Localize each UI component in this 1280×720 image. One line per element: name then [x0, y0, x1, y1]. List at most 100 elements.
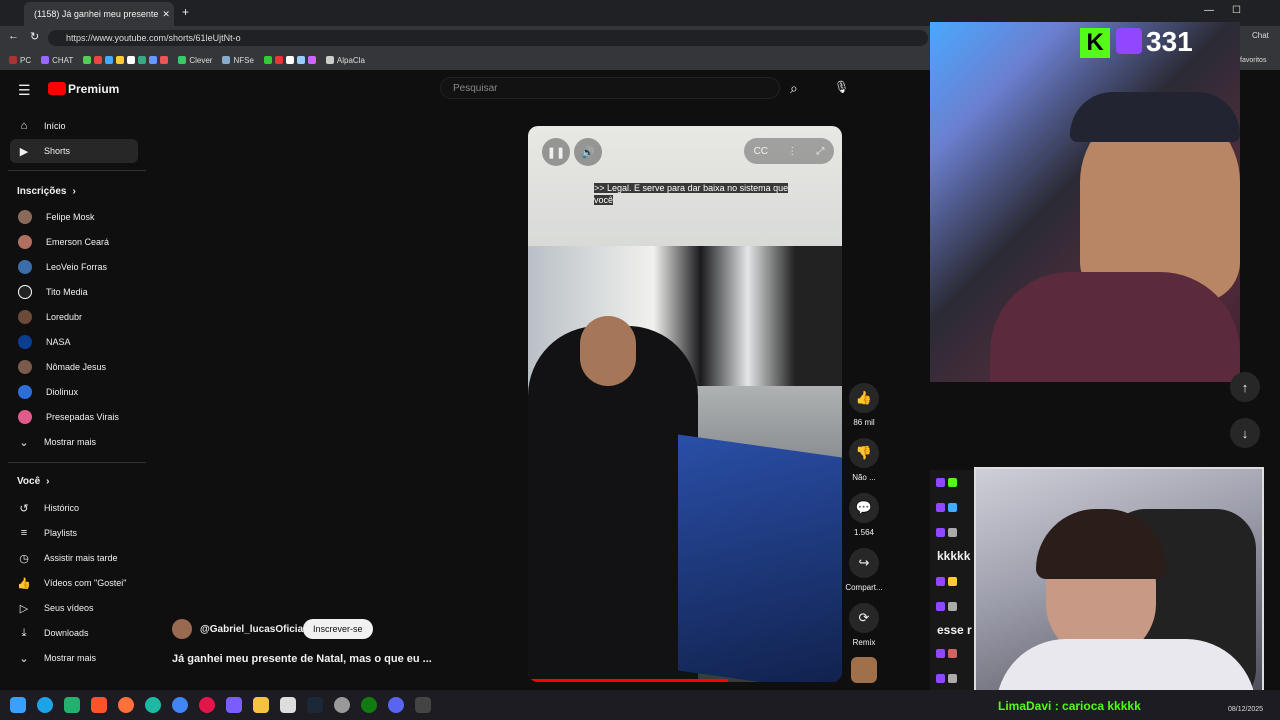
short-title[interactable]: Já ganhei meu presente de Natal, mas o q… — [172, 653, 432, 665]
subscribe-button[interactable]: Inscrever-se — [303, 619, 373, 639]
shorts-icon: ▶ — [19, 145, 29, 158]
playlist-icon: ≡ — [20, 527, 28, 539]
edge-icon[interactable] — [37, 697, 53, 713]
discord-icon[interactable] — [388, 697, 404, 713]
bookmark-misc[interactable] — [80, 56, 171, 64]
divider — [8, 462, 146, 463]
subscription-item[interactable]: LeoVeio Forras — [10, 255, 138, 279]
subscription-item[interactable]: Presepadas Virais — [10, 405, 138, 429]
brave-icon[interactable] — [91, 697, 107, 713]
app-icon[interactable] — [334, 697, 350, 713]
close-tab-icon[interactable]: ✕ — [162, 9, 170, 20]
taskbar: LimaDavi : carioca kkkkk 08/12/2025 — [0, 690, 1280, 720]
subscription-item[interactable]: Felipe Mosk — [10, 205, 138, 229]
subscription-item[interactable]: Loredubr — [10, 305, 138, 329]
subscription-item[interactable]: Nômade Jesus — [10, 355, 138, 379]
menu-icon[interactable]: ☰ — [18, 82, 31, 99]
channel-name[interactable]: @Gabriel_lucasOficial — [200, 624, 306, 635]
app-icon[interactable] — [415, 697, 431, 713]
search-icon[interactable]: ⌕ — [790, 80, 798, 97]
subscription-item[interactable]: Diolinux — [10, 380, 138, 404]
logo-text[interactable]: Premium — [68, 82, 119, 96]
fullscreen-icon[interactable]: ⤢ — [816, 146, 824, 157]
chevron-right-icon: › — [46, 476, 50, 487]
volume-icon[interactable]: 🔊 — [574, 138, 602, 166]
sound-thumbnail[interactable] — [851, 657, 877, 683]
sidebar-item-your-videos[interactable]: ▷ Seus vídeos — [10, 596, 138, 620]
progress-bar[interactable] — [528, 679, 728, 682]
bookmark-misc-2[interactable] — [261, 56, 319, 64]
search-input[interactable]: Pesquisar — [440, 77, 780, 99]
back-icon[interactable]: ← — [8, 30, 19, 42]
comments-button[interactable]: 💬 — [849, 493, 879, 523]
maximize-icon[interactable]: ☐ — [1232, 5, 1241, 16]
url-field[interactable]: https://www.youtube.com/shorts/61leUjtNt… — [48, 30, 928, 46]
bookmark-alpacla[interactable]: AlpaCla — [323, 56, 368, 65]
sidebar-item-liked[interactable]: 👍 Vídeos com "Gostei" — [10, 571, 138, 595]
app-icon[interactable] — [145, 697, 161, 713]
bookmark-nfse[interactable]: NFSe — [219, 56, 256, 65]
next-short-button[interactable]: ↓ — [1230, 418, 1260, 448]
folder-icon — [9, 56, 17, 64]
subscription-item[interactable]: Tito Media — [10, 280, 138, 304]
sidebar-item-shorts[interactable]: ▶ Shorts — [10, 139, 138, 163]
previous-short-button[interactable]: ↑ — [1230, 372, 1260, 402]
microphone-icon[interactable]: 🎙 — [834, 80, 849, 94]
cap — [1070, 92, 1240, 142]
steam-icon[interactable] — [307, 697, 323, 713]
history-icon: ↺ — [19, 502, 29, 515]
chat-badges — [936, 478, 957, 487]
sidebar-item-watch-later[interactable]: ◷ Assistir mais tarde — [10, 546, 138, 570]
dislike-button[interactable]: 👎 — [849, 438, 879, 468]
youtube-logo-icon[interactable] — [48, 82, 66, 95]
folder-icon[interactable] — [253, 697, 269, 713]
share-button[interactable]: ↪ — [849, 548, 879, 578]
app-icon[interactable] — [226, 697, 242, 713]
captions-icon[interactable]: CC — [754, 146, 768, 157]
subscriptions-header[interactable]: Inscrições › — [17, 186, 76, 197]
sidebar-item-history[interactable]: ↺ Histórico — [10, 496, 138, 520]
sidebar-item-show-more[interactable]: ⌄ Mostrar mais — [10, 646, 138, 670]
chrome-icon[interactable] — [172, 697, 188, 713]
arrow-up-icon: ↑ — [1241, 379, 1249, 395]
sidebar-item-downloads[interactable]: ⤓ Downloads — [10, 621, 138, 645]
chat-badges — [936, 649, 957, 658]
sidebar-item-home[interactable]: ⌂ Início — [10, 114, 138, 138]
short-video-player[interactable]: ❚❚ 🔊 CC ⋮ ⤢ >> Legal. E serve para dar b… — [528, 126, 842, 682]
thumbs-down-icon: 👎 — [855, 445, 873, 460]
notepad-icon[interactable] — [280, 697, 296, 713]
bookmark-pc[interactable]: PC — [6, 56, 34, 65]
like-button[interactable]: 👍 — [849, 383, 879, 413]
app-icon[interactable] — [64, 697, 80, 713]
bookmark-clever[interactable]: Clever — [175, 56, 215, 65]
sidebar-item-playlists[interactable]: ≡ Playlists — [10, 521, 138, 545]
chat-badges — [936, 528, 957, 537]
xbox-icon[interactable] — [361, 697, 377, 713]
favorites-label[interactable]: favoritos — [1240, 57, 1266, 64]
opera-icon[interactable] — [199, 697, 215, 713]
thumbs-up-icon: 👍 — [17, 577, 31, 590]
new-tab-icon[interactable]: + — [182, 5, 189, 19]
guest-webcam — [974, 467, 1264, 705]
avatar — [18, 360, 32, 374]
start-icon[interactable] — [10, 697, 26, 713]
chevron-down-icon: ⌄ — [19, 652, 29, 665]
browser-tab[interactable]: (1158) Já ganhei meu presente ✕ — [24, 2, 174, 26]
minimize-icon[interactable]: — — [1204, 5, 1214, 16]
comment-count: 1.564 — [853, 528, 875, 537]
firefox-icon[interactable] — [118, 697, 134, 713]
share-label: Compart... — [845, 583, 883, 592]
subscription-item[interactable]: Emerson Ceará — [10, 230, 138, 254]
remix-button[interactable]: ⟳ — [849, 603, 879, 633]
avatar — [18, 210, 32, 224]
channel-avatar[interactable] — [172, 619, 192, 639]
chat-label[interactable]: Chat — [1252, 31, 1269, 40]
bookmark-chat[interactable]: CHAT — [38, 56, 76, 65]
more-options-icon[interactable]: ⋮ — [787, 146, 797, 157]
show-more-subscriptions[interactable]: ⌄ Mostrar mais — [10, 430, 138, 454]
you-header[interactable]: Você › — [17, 476, 50, 487]
pause-icon[interactable]: ❚❚ — [542, 138, 570, 166]
reload-icon[interactable]: ↻ — [30, 30, 39, 43]
subscription-item[interactable]: NASA — [10, 330, 138, 354]
chat-badges — [936, 503, 957, 512]
